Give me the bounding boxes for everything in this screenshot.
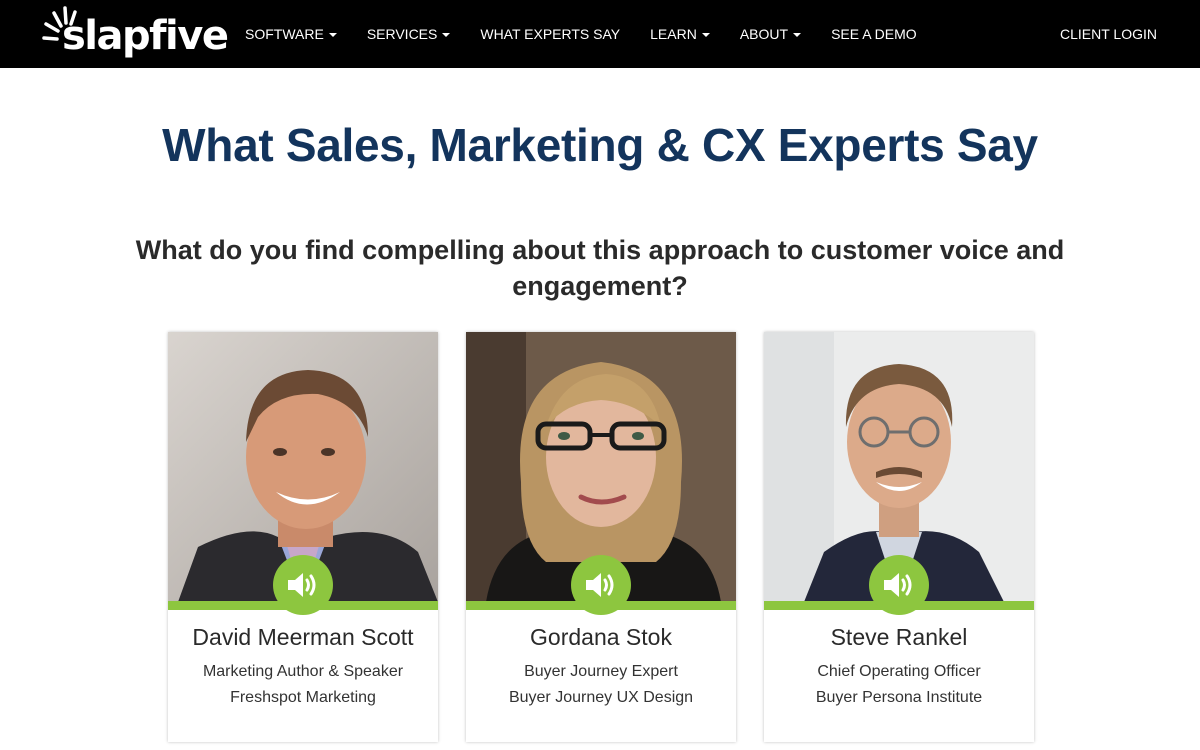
- expert-company: Buyer Journey UX Design: [508, 689, 694, 706]
- slapfive-logo[interactable]: slapfive: [40, 4, 229, 64]
- top-navbar: slapfive SOFTWARE SERVICES WHAT EXPERTS …: [0, 0, 1200, 68]
- expert-role: Chief Operating Officer: [817, 663, 981, 680]
- nav-item-label: ABOUT: [739, 26, 789, 42]
- expert-card: David Meerman Scott Marketing Author & S…: [168, 332, 438, 742]
- speaker-icon: [288, 573, 316, 597]
- expert-name: David Meerman Scott: [192, 624, 414, 650]
- caret-down-icon: [793, 33, 802, 37]
- audio-play-button[interactable]: [869, 555, 929, 615]
- nav-item-label: WHAT EXPERTS SAY: [480, 26, 621, 42]
- nav-item-label: LEARN: [650, 26, 697, 42]
- expert-role: Marketing Author & Speaker: [202, 663, 404, 680]
- caret-down-icon: [442, 33, 451, 37]
- nav-item-about[interactable]: ABOUT: [725, 0, 816, 68]
- question-line-1: What do you find compelling about this a…: [135, 235, 1065, 265]
- client-login-link[interactable]: CLIENT LOGIN: [1060, 0, 1157, 68]
- nav-item-what-experts-say[interactable]: WHAT EXPERTS SAY: [465, 0, 635, 68]
- question-line-2: engagement?: [512, 271, 688, 301]
- nav-item-see-a-demo[interactable]: SEE A DEMO: [816, 0, 932, 68]
- nav-item-label: SEE A DEMO: [831, 26, 917, 42]
- nav-item-label: SOFTWARE: [245, 26, 324, 42]
- expert-company: Freshspot Marketing: [230, 689, 376, 706]
- audio-play-button[interactable]: [273, 555, 333, 615]
- expert-name: Steve Rankel: [830, 624, 968, 650]
- speaker-icon: [586, 573, 614, 597]
- caret-down-icon: [701, 33, 710, 37]
- main-nav: SOFTWARE SERVICES WHAT EXPERTS SAY LEARN…: [230, 0, 932, 68]
- nav-item-learn[interactable]: LEARN: [635, 0, 725, 68]
- nav-item-label: SERVICES: [366, 26, 438, 42]
- expert-card: Steve Rankel Chief Operating Officer Buy…: [764, 332, 1034, 742]
- speaker-icon: [884, 573, 912, 597]
- nav-item-software[interactable]: SOFTWARE: [230, 0, 352, 68]
- logo-wordmark: slapfive: [62, 13, 229, 59]
- expert-card: Gordana Stok Buyer Journey Expert Buyer …: [466, 332, 736, 742]
- page-title: What Sales, Marketing & CX Experts Say: [162, 119, 1038, 171]
- expert-name: Gordana Stok: [530, 624, 672, 650]
- expert-company: Buyer Persona Institute: [815, 689, 983, 706]
- question-heading: What do you find compelling about this a…: [120, 232, 1080, 304]
- expert-role: Buyer Journey Expert: [524, 663, 678, 680]
- caret-down-icon: [328, 33, 337, 37]
- audio-play-button[interactable]: [571, 555, 631, 615]
- nav-item-services[interactable]: SERVICES: [352, 0, 466, 68]
